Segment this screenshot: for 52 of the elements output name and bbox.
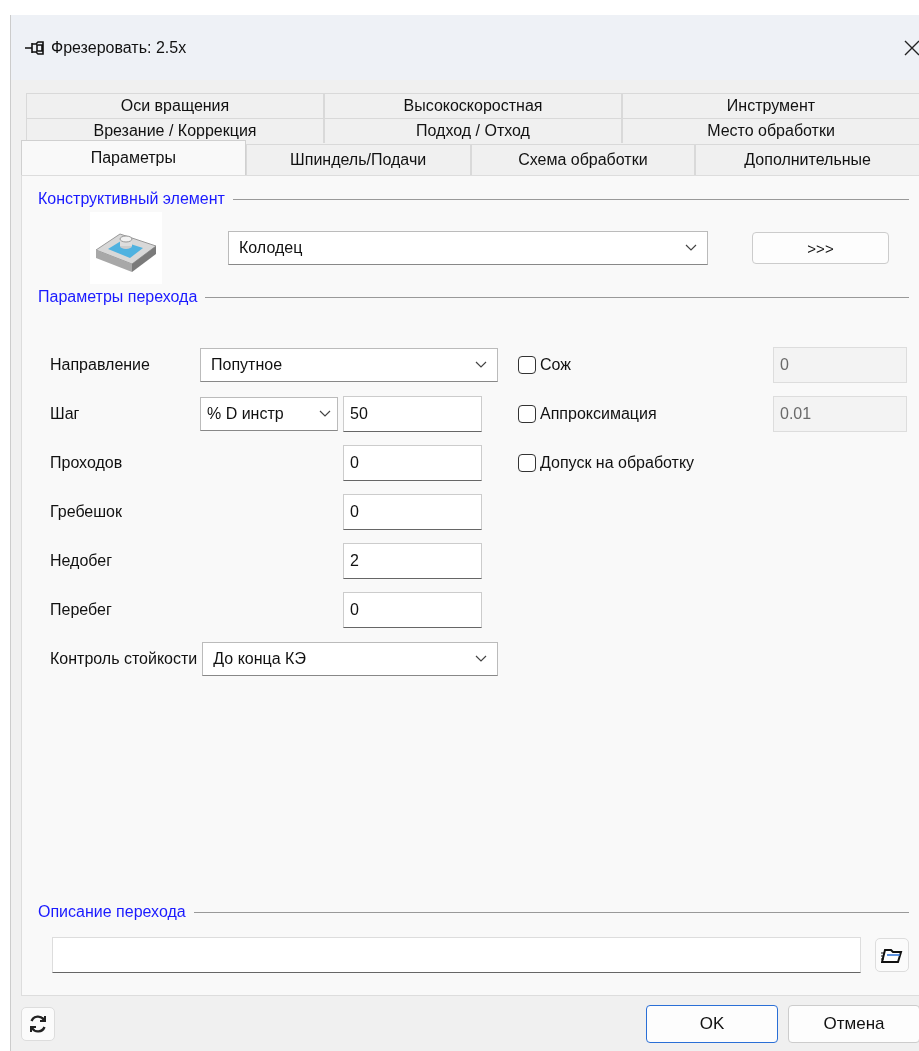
field-label: Проходов xyxy=(50,453,124,472)
input-field[interactable]: 0 xyxy=(343,444,482,481)
input-field[interactable]: 2 xyxy=(343,542,482,579)
tab[interactable]: Высокоскоростная xyxy=(324,93,622,118)
dropdown[interactable]: До конца КЭ xyxy=(202,641,498,676)
tab[interactable]: Оси вращения xyxy=(26,93,324,118)
checkbox-label[interactable]: Аппроксимация xyxy=(540,404,657,423)
browse-button[interactable]: >>> xyxy=(752,232,889,264)
editor-button[interactable] xyxy=(875,938,909,972)
tab[interactable]: Место обработки xyxy=(622,118,919,143)
checkbox-label[interactable]: Допуск на обработку xyxy=(540,453,695,472)
chevron-down-icon xyxy=(475,654,487,663)
refresh-button[interactable] xyxy=(21,1006,55,1041)
field-label: Перебег xyxy=(50,600,113,619)
checkbox[interactable] xyxy=(518,404,536,423)
dialog-button[interactable]: OK xyxy=(646,1004,778,1043)
unit-dropdown[interactable]: % D инстр xyxy=(200,396,338,431)
input-field[interactable]: 50 xyxy=(343,395,482,432)
input-field[interactable]: 0.01 xyxy=(773,395,907,432)
feature-dropdown[interactable]: Колодец xyxy=(228,231,708,265)
tab[interactable]: Дополнительные xyxy=(695,144,919,175)
description-field[interactable] xyxy=(52,937,861,973)
field-label: Недобег xyxy=(50,551,114,570)
pin-icon[interactable] xyxy=(25,40,45,55)
window-title: Фрезеровать: 2.5x xyxy=(51,38,187,57)
chevron-down-icon xyxy=(685,244,697,252)
tab[interactable]: Подход / Отход xyxy=(324,118,622,143)
field-label: Направление xyxy=(50,355,151,374)
input-field[interactable]: 0 xyxy=(773,346,907,383)
folder-icon xyxy=(881,947,903,963)
checkbox-label[interactable]: Сож xyxy=(540,355,571,374)
dropdown[interactable]: Попутное xyxy=(200,347,498,382)
close-icon[interactable] xyxy=(904,39,919,56)
group-heading: Описание перехода xyxy=(38,903,186,921)
tab[interactable]: Параметры xyxy=(21,140,246,175)
input-field[interactable]: 0 xyxy=(343,493,482,530)
input-field[interactable]: 0 xyxy=(343,591,482,628)
checkbox[interactable] xyxy=(518,453,536,472)
tab[interactable]: Инструмент xyxy=(622,93,919,118)
group-heading: Параметры перехода xyxy=(38,288,198,306)
refresh-icon xyxy=(28,1013,48,1034)
pocket-icon xyxy=(90,212,162,284)
group-heading: Конструктивный элемент xyxy=(38,190,225,208)
dialog-button[interactable]: Отмена xyxy=(788,1004,919,1043)
chevron-down-icon xyxy=(319,409,331,418)
tab[interactable]: Шпиндель/Подачи xyxy=(245,144,471,175)
checkbox[interactable] xyxy=(518,355,536,374)
chevron-down-icon xyxy=(475,360,487,369)
field-label: Гребешок xyxy=(50,502,123,521)
tab[interactable]: Схема обработки xyxy=(470,144,696,175)
field-label: Контроль стойкости xyxy=(50,649,198,668)
field-label: Шаг xyxy=(50,404,81,423)
